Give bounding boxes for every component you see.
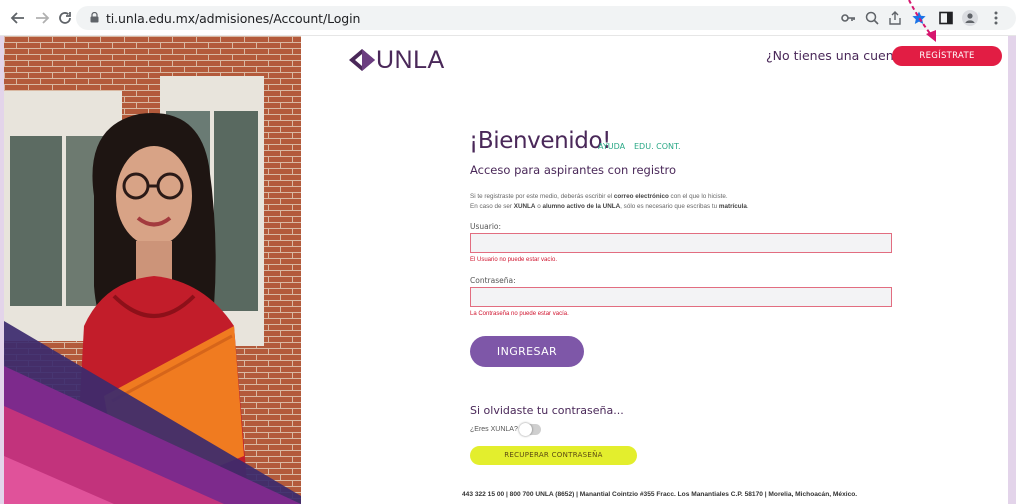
- xunla-toggle[interactable]: [519, 423, 541, 436]
- help-link[interactable]: AYUDA: [598, 142, 625, 151]
- no-account-text: ¿No tienes una cuenta?: [766, 48, 913, 63]
- url-text[interactable]: ti.unla.edu.mx/admisiones/Account/Login: [106, 11, 360, 26]
- browser-toolbar: ti.unla.edu.mx/admisiones/Account/Login: [0, 0, 1016, 36]
- user-error: El Usuario no puede estar vacío.: [470, 257, 558, 263]
- unla-logo-icon[interactable]: [349, 49, 375, 71]
- login-instructions: Si te registraste por este medio, deberá…: [470, 193, 749, 210]
- toggle-knob: [519, 423, 532, 436]
- xunla-toggle-label: ¿Eres XUNLA?: [470, 426, 518, 433]
- welcome-title: ¡Bienvenido!: [469, 128, 611, 154]
- register-button[interactable]: REGÍSTRATE: [892, 46, 1002, 66]
- password-error: La Contraseña no puede estar vacía.: [470, 311, 569, 317]
- edu-cont-link[interactable]: EDU. CONT.: [634, 142, 681, 151]
- lock-icon: [90, 12, 99, 23]
- arrow-left-icon[interactable]: [9, 9, 27, 27]
- forgot-password-title: Si olvidaste tu contraseña...: [470, 404, 624, 417]
- logo-text[interactable]: UNLA: [376, 46, 445, 75]
- hero-photo: [4, 36, 301, 504]
- zoom-icon[interactable]: [864, 10, 880, 26]
- reload-icon[interactable]: [56, 9, 74, 27]
- login-subtitle: Acceso para aspirantes con registro: [470, 163, 677, 177]
- key-icon[interactable]: [840, 10, 856, 26]
- share-icon[interactable]: [887, 10, 903, 26]
- password-input[interactable]: [470, 287, 892, 307]
- arrow-right-icon[interactable]: [33, 9, 51, 27]
- star-icon[interactable]: [911, 10, 927, 26]
- profile-icon[interactable]: [962, 10, 978, 26]
- recover-password-button[interactable]: RECUPERAR CONTRASEÑA: [470, 446, 637, 465]
- password-label: Contraseña:: [470, 276, 516, 285]
- login-button[interactable]: INGRESAR: [470, 336, 584, 367]
- login-page: UNLA ¿No tienes una cuenta? REGÍSTRATE ¡…: [4, 36, 1008, 504]
- sidepanel-icon[interactable]: [938, 10, 954, 26]
- user-input[interactable]: [470, 233, 892, 253]
- user-label: Usuario:: [470, 222, 502, 231]
- kebab-menu-icon[interactable]: [988, 10, 1004, 26]
- footer-contact: 443 322 15 00 | 800 700 UNLA (8652) | Ma…: [462, 491, 858, 498]
